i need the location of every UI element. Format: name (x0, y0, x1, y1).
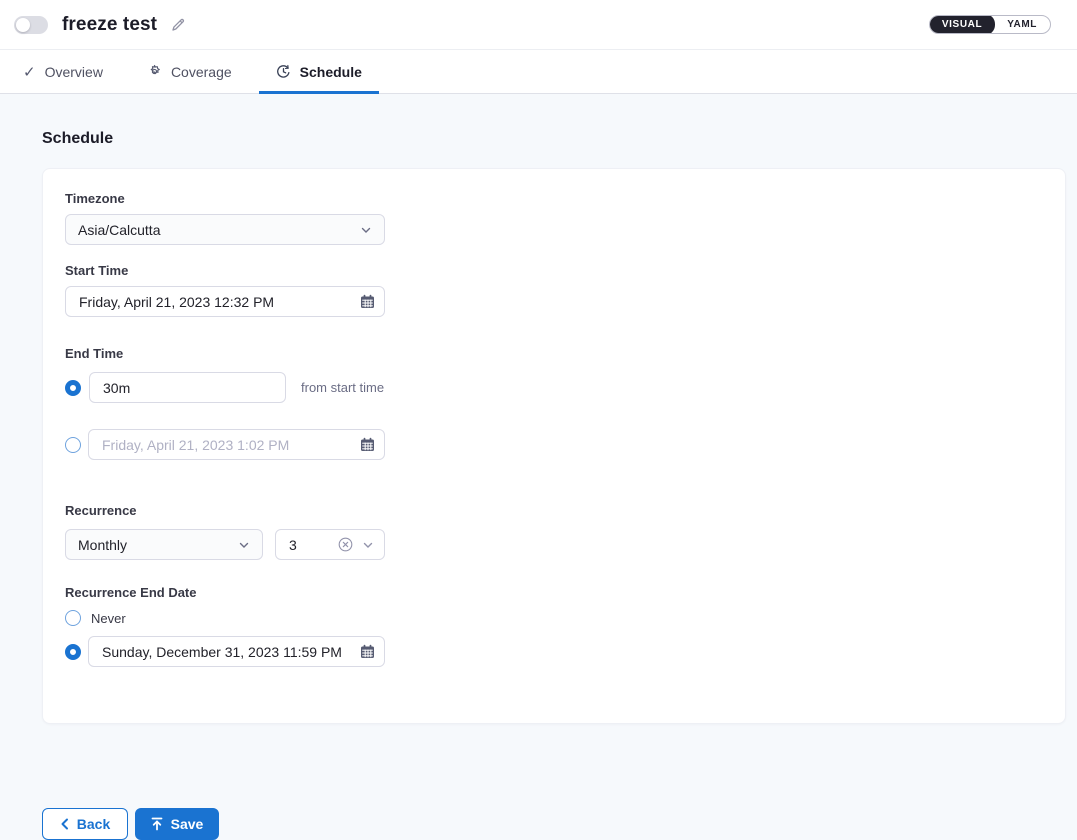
duration-input[interactable] (90, 373, 285, 402)
end-time-date-row (65, 429, 1065, 460)
yaml-toggle-button[interactable]: YAML (994, 15, 1050, 34)
freeze-enable-toggle[interactable] (14, 16, 48, 34)
timezone-select[interactable]: Asia/Calcutta (65, 214, 385, 245)
gear-icon (147, 64, 162, 79)
tab-coverage[interactable]: Coverage (130, 50, 249, 93)
recurrence-end-date-radio[interactable] (65, 644, 81, 660)
calendar-icon[interactable] (360, 294, 375, 309)
page-title: freeze test (62, 14, 157, 36)
schedule-clock-icon (276, 64, 291, 79)
schedule-panel: Schedule Timezone Asia/Calcutta Start Ti… (0, 94, 1077, 808)
recurrence-label: Recurrence (65, 503, 1065, 518)
chevron-down-icon (360, 224, 372, 236)
tab-overview-label: Overview (45, 64, 103, 80)
recurrence-type-value: Monthly (78, 537, 127, 553)
chevron-down-icon[interactable] (362, 539, 374, 551)
save-button-label: Save (171, 816, 204, 832)
duration-input-wrap (89, 372, 286, 403)
calendar-icon[interactable] (360, 644, 375, 659)
calendar-icon[interactable] (360, 437, 375, 452)
end-time-duration-row: from start time (65, 372, 1065, 403)
back-button[interactable]: Back (42, 808, 128, 840)
tab-bar: ✓ Overview Coverage Schedule (0, 50, 1077, 94)
end-time-duration-radio[interactable] (65, 380, 81, 396)
title-bar: freeze test VISUAL YAML (0, 0, 1077, 50)
end-date-input-wrap (88, 429, 385, 460)
timezone-field-group: Timezone Asia/Calcutta (65, 191, 1065, 245)
arrow-up-to-line-icon (151, 817, 163, 831)
footer-actions: Back Save (0, 808, 1077, 840)
never-option-row: Never (65, 610, 1065, 626)
recurrence-end-date-row (65, 636, 1065, 667)
end-time-field-group: End Time from start time (65, 346, 1065, 460)
end-date-input[interactable] (89, 430, 360, 459)
edit-title-pencil-icon[interactable] (170, 17, 186, 33)
chevron-left-icon (60, 818, 69, 830)
never-radio[interactable] (65, 610, 81, 626)
start-time-label: Start Time (65, 263, 1065, 278)
timezone-label: Timezone (65, 191, 1065, 206)
start-time-input[interactable] (66, 287, 360, 316)
tab-overview[interactable]: ✓ Overview (6, 50, 120, 93)
save-button[interactable]: Save (135, 808, 219, 840)
tab-schedule[interactable]: Schedule (259, 50, 379, 93)
recurrence-end-label: Recurrence End Date (65, 585, 1065, 600)
circle-x-clear-icon[interactable] (338, 537, 353, 552)
section-heading: Schedule (42, 130, 1077, 148)
end-time-date-radio[interactable] (65, 437, 81, 453)
start-time-field-group: Start Time (65, 263, 1065, 317)
visual-toggle-button[interactable]: VISUAL (929, 15, 995, 34)
recurrence-row: Monthly (65, 529, 1065, 560)
recurrence-type-select[interactable]: Monthly (65, 529, 263, 560)
tab-schedule-label: Schedule (300, 64, 362, 80)
recurrence-end-date-input-wrap (88, 636, 385, 667)
schedule-form-card: Timezone Asia/Calcutta Start Time (42, 168, 1066, 724)
timezone-value: Asia/Calcutta (78, 222, 160, 238)
chevron-down-icon (238, 539, 250, 551)
visual-yaml-switch: VISUAL YAML (929, 15, 1051, 34)
recurrence-count-input[interactable] (276, 530, 338, 559)
never-label: Never (91, 611, 126, 626)
recurrence-end-field-group: Recurrence End Date Never (65, 585, 1065, 667)
recurrence-count-combobox[interactable] (275, 529, 385, 560)
check-icon: ✓ (23, 63, 36, 81)
recurrence-end-date-input[interactable] (89, 637, 360, 666)
toggle-knob (16, 18, 30, 32)
tab-coverage-label: Coverage (171, 64, 232, 80)
recurrence-field-group: Recurrence Monthly (65, 503, 1065, 560)
back-button-label: Back (77, 816, 110, 832)
start-time-input-wrap (65, 286, 385, 317)
from-start-time-hint: from start time (301, 380, 384, 395)
end-time-label: End Time (65, 346, 1065, 361)
